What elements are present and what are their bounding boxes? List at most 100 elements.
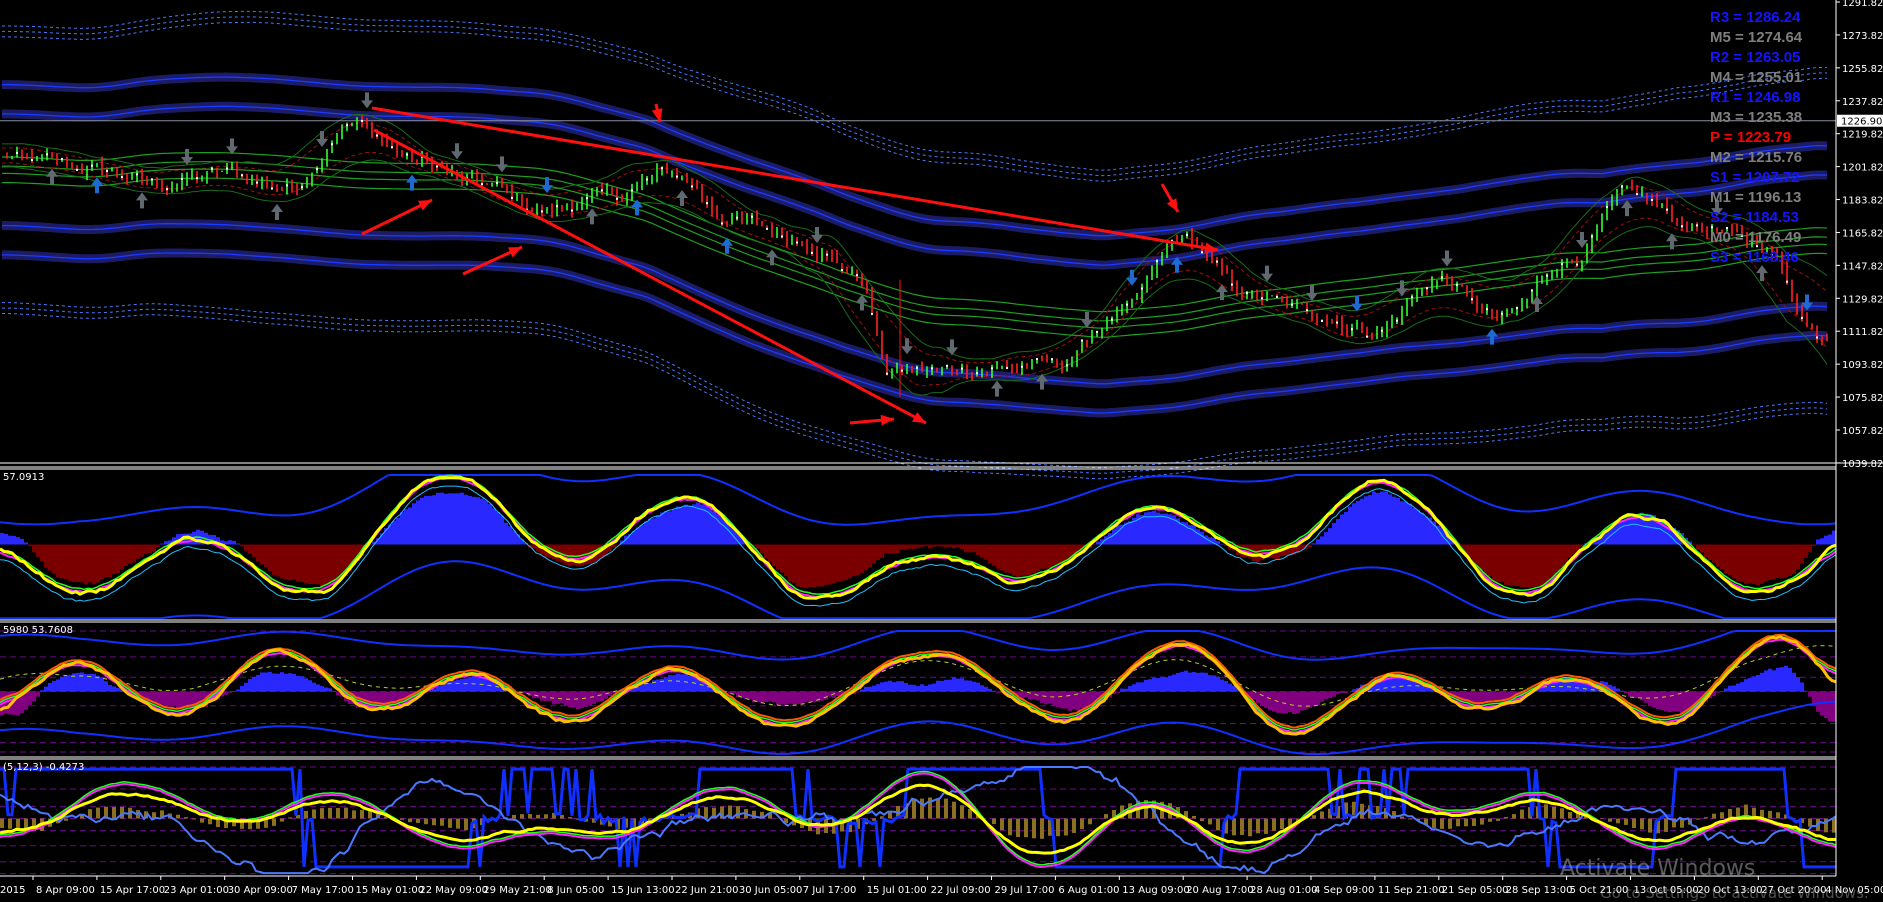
histogram-bar (288, 545, 292, 581)
histogram-bar (1764, 545, 1768, 582)
histogram-bar (1500, 545, 1504, 583)
time-tick-label: 8 Jun 05:00 (547, 885, 604, 896)
histogram-bar (1172, 675, 1176, 692)
histogram-bar (296, 545, 300, 582)
histogram-bar (556, 692, 560, 704)
histogram-bar (1436, 526, 1440, 545)
histogram-bar (464, 495, 468, 545)
histogram-bar (1624, 519, 1628, 544)
histogram-bar (176, 692, 180, 709)
histogram-bar (816, 545, 820, 587)
close-dot (46, 153, 48, 155)
close-dot (781, 235, 783, 237)
histogram-bar (644, 521, 648, 544)
pivot-label: S1 = 1207.72 (1710, 169, 1800, 186)
time-tick-label: 15 Jul 01:00 (867, 885, 927, 896)
time-tick-label: 15 May 01:00 (356, 885, 425, 896)
close-dot (301, 186, 303, 188)
histogram-bar (820, 545, 824, 587)
histogram-bar (392, 521, 396, 545)
price-chart[interactable]: 57.09135980 53.7608(5,12,3) -0.4273 1003… (0, 0, 1883, 899)
histogram-bar (52, 681, 56, 692)
histogram-bar (1164, 677, 1168, 691)
histogram-bar (1776, 668, 1780, 692)
close-dot (481, 183, 483, 185)
histogram-bar (1224, 681, 1228, 691)
histogram-bar (592, 692, 596, 704)
histogram-bar (1340, 692, 1344, 693)
histogram-bar (100, 678, 104, 692)
histogram-bar (1760, 545, 1764, 584)
close-dot (1066, 364, 1068, 366)
histogram-bar (1752, 676, 1756, 691)
histogram-bar (652, 518, 656, 544)
close-dot (706, 202, 708, 204)
histogram-bar (788, 692, 792, 704)
histogram-bar (808, 692, 812, 703)
histogram-bar (1320, 692, 1324, 702)
histogram-bar (524, 692, 528, 694)
histogram-bar (1144, 680, 1148, 692)
histogram-bar (268, 545, 272, 571)
price-tick-label: 1273.82 (1842, 31, 1883, 42)
histogram-bar (956, 545, 960, 548)
histogram-bar (604, 692, 608, 699)
close-dot (391, 146, 393, 148)
histogram-bar (460, 679, 464, 692)
histogram-bar (1816, 692, 1820, 712)
histogram-bar (992, 545, 996, 566)
histogram-bar (44, 687, 48, 692)
close-dot (316, 168, 318, 170)
histogram-bar (808, 545, 812, 588)
histogram-bar (1308, 545, 1312, 548)
histogram-bar (1384, 492, 1388, 545)
histogram-bar (760, 545, 764, 554)
histogram-bar (1824, 536, 1828, 545)
histogram-bar (916, 686, 920, 691)
histogram-bar (1780, 545, 1784, 579)
histogram-bar (400, 512, 404, 544)
histogram-bar (280, 672, 284, 691)
histogram-bar (780, 692, 784, 705)
time-tick-label: 7 Jul 17:00 (803, 885, 857, 896)
close-dot (1786, 281, 1788, 283)
histogram-bar (108, 685, 112, 692)
histogram-bar (1404, 502, 1408, 545)
histogram-bar (948, 680, 952, 692)
histogram-bar (1804, 691, 1808, 692)
histogram-bar (580, 692, 584, 709)
histogram-bar (848, 545, 852, 579)
histogram-bar (1720, 692, 1724, 693)
histogram-bar (1432, 819, 1436, 828)
histogram-bar (144, 545, 148, 554)
histogram-bar (760, 692, 764, 704)
histogram-bar (1260, 692, 1264, 706)
time-tick-label: 30 Jun 05:00 (739, 885, 803, 896)
histogram-bar (1448, 819, 1452, 829)
histogram-bar (1032, 692, 1036, 700)
histogram-bar (1704, 545, 1708, 558)
histogram-bar (1344, 512, 1348, 545)
histogram-bar (1068, 692, 1072, 711)
close-dot (1381, 330, 1383, 332)
pivot-label: M4 = 1255.01 (1710, 69, 1802, 86)
histogram-bar (984, 545, 988, 560)
histogram-bar (64, 676, 68, 692)
histogram-bar (636, 527, 640, 544)
histogram-bar (448, 819, 452, 828)
histogram-bar (140, 545, 144, 557)
price-tick-label: 1201.82 (1842, 163, 1883, 174)
histogram-bar (1416, 510, 1420, 545)
histogram-bar (1700, 545, 1704, 553)
histogram-bar (908, 685, 912, 692)
histogram-bar (1036, 545, 1040, 572)
histogram-bar (980, 685, 984, 691)
histogram-bar (1732, 685, 1736, 691)
histogram-bar (1396, 498, 1400, 545)
histogram-bar (1160, 514, 1164, 545)
outer-dotted-band (2, 22, 1827, 181)
histogram-bar (1212, 675, 1216, 691)
histogram-bar (1040, 692, 1044, 703)
histogram-bar (1192, 525, 1196, 544)
histogram-bar (680, 674, 684, 691)
